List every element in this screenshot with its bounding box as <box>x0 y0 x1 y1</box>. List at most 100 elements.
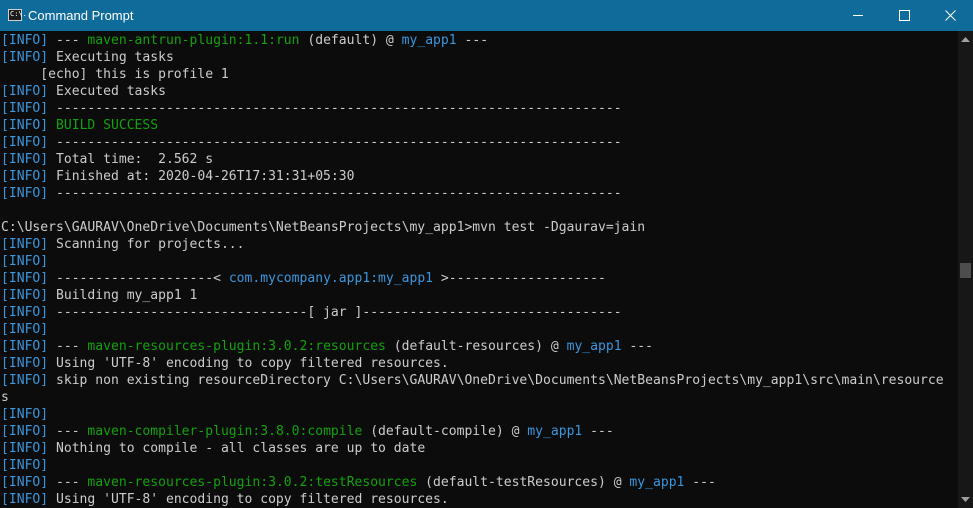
maximize-icon <box>899 10 910 21</box>
console-text: skip non existing resourceDirectory C:\U… <box>48 373 944 388</box>
scroll-up-arrow-icon <box>961 37 970 42</box>
console-line: [INFO] Using 'UTF-8' encoding to copy fi… <box>1 355 449 372</box>
console-line: [INFO] Using 'UTF-8' encoding to copy fi… <box>1 491 449 508</box>
artifact-text: my_app1 <box>527 424 583 439</box>
console-line: [INFO] BUILD SUCCESS <box>1 117 158 134</box>
console-text: Executed tasks <box>48 84 166 99</box>
close-icon <box>945 10 956 21</box>
maximize-button[interactable] <box>881 0 927 31</box>
console-text: Nothing to compile - all classes are up … <box>48 441 426 456</box>
console-text: --------------------< <box>48 271 229 286</box>
console-line: C:\Users\GAURAV\OneDrive\Documents\NetBe… <box>1 219 645 236</box>
log-level-tag: [INFO] <box>1 118 49 133</box>
cmd-icon[interactable]: C:\. <box>8 9 27 21</box>
console-text: ----------------------------------------… <box>48 101 622 116</box>
artifact-text: my_app1 <box>629 475 685 490</box>
log-level-tag: [INFO] <box>1 407 49 422</box>
minimize-icon <box>853 15 863 16</box>
console-line: [INFO] <box>1 321 48 338</box>
console-line: [INFO] ---------------------------------… <box>1 185 622 202</box>
log-level-tag: [INFO] <box>1 288 49 303</box>
plugin-goal-text: maven-compiler-plugin:3.8.0:compile <box>87 424 363 439</box>
console-text: --- <box>48 339 88 354</box>
console-text: Using 'UTF-8' encoding to copy filtered … <box>48 492 449 507</box>
log-level-tag: [INFO] <box>1 492 49 507</box>
log-level-tag: [INFO] <box>1 424 49 439</box>
console-text: Using 'UTF-8' encoding to copy filtered … <box>48 356 449 371</box>
scroll-down-arrow-icon <box>961 497 970 502</box>
console-text: [echo] this is profile 1 <box>1 67 229 82</box>
console-line: [INFO] --- maven-antrun-plugin:1.1:run (… <box>1 32 488 49</box>
console-line: [INFO] Building my_app1 1 <box>1 287 197 304</box>
console-text: --- <box>582 424 614 439</box>
log-level-tag: [INFO] <box>1 441 49 456</box>
close-button[interactable] <box>927 0 973 31</box>
plugin-goal-text: maven-resources-plugin:3.0.2:resources <box>87 339 386 354</box>
console-line: [INFO] --------------------< com.mycompa… <box>1 270 606 287</box>
console-line: [INFO] ---------------------------------… <box>1 100 622 117</box>
console-text: (default-resources) @ <box>385 339 567 354</box>
console-line: [echo] this is profile 1 <box>1 66 229 83</box>
console-line: s <box>1 389 9 406</box>
log-level-tag: [INFO] <box>1 373 49 388</box>
console-text: ----------------------------------------… <box>48 135 622 150</box>
artifact-text: com.mycompany.app1:my_app1 <box>228 271 434 286</box>
console-text: --------------------------------[ jar ]-… <box>48 305 622 320</box>
log-level-tag: [INFO] <box>1 33 49 48</box>
console-text: --- <box>684 475 716 490</box>
plugin-goal-text: maven-resources-plugin:3.0.2:testResourc… <box>87 475 418 490</box>
console-output[interactable]: [INFO] --- maven-antrun-plugin:1.1:run (… <box>0 31 958 508</box>
window-title: Command Prompt <box>28 8 134 23</box>
console-line: [INFO] Total time: 2.562 s <box>1 151 213 168</box>
log-level-tag: [INFO] <box>1 169 49 184</box>
log-level-tag: [INFO] <box>1 305 49 320</box>
scrollbar-thumb[interactable] <box>960 263 971 278</box>
console-text: >-------------------- <box>433 271 606 286</box>
console-text: --- <box>48 33 88 48</box>
scroll-down-button[interactable] <box>958 491 973 508</box>
log-level-tag: [INFO] <box>1 356 49 371</box>
console-text: ----------------------------------------… <box>48 186 622 201</box>
minimize-button[interactable] <box>835 0 881 31</box>
scroll-up-button[interactable] <box>958 31 973 48</box>
console-line: [INFO] skip non existing resourceDirecto… <box>1 372 944 389</box>
console-text: Executing tasks <box>48 50 174 65</box>
plugin-goal-text: BUILD SUCCESS <box>56 118 159 133</box>
console-text: Scanning for projects... <box>48 237 245 252</box>
console-text: s <box>1 390 9 405</box>
console-line: [INFO] Scanning for projects... <box>1 236 245 253</box>
console-text: --- <box>48 424 88 439</box>
plugin-goal-text: maven-antrun-plugin:1.1:run <box>87 33 300 48</box>
console-line: [INFO] --------------------------------[… <box>1 304 622 321</box>
console-text: Total time: 2.562 s <box>48 152 214 167</box>
console-text: --- <box>621 339 653 354</box>
log-level-tag: [INFO] <box>1 50 49 65</box>
log-level-tag: [INFO] <box>1 322 49 337</box>
console-line: [INFO] Nothing to compile - all classes … <box>1 440 425 457</box>
console-line: [INFO] Finished at: 2020-04-26T17:31:31+… <box>1 168 354 185</box>
log-level-tag: [INFO] <box>1 186 49 201</box>
console-text: C:\Users\GAURAV\OneDrive\Documents\NetBe… <box>1 220 646 235</box>
console-line: [INFO] Executed tasks <box>1 83 166 100</box>
artifact-text: my_app1 <box>566 339 622 354</box>
log-level-tag: [INFO] <box>1 339 49 354</box>
log-level-tag: [INFO] <box>1 475 49 490</box>
console-text: Building my_app1 1 <box>48 288 198 303</box>
console-text: (default) @ <box>299 33 402 48</box>
vertical-scrollbar[interactable] <box>958 31 973 508</box>
console-line: [INFO] <box>1 406 48 423</box>
log-level-tag: [INFO] <box>1 458 49 473</box>
console-text: (default-compile) @ <box>362 424 528 439</box>
cmd-icon-text: C:\. <box>10 10 27 18</box>
log-level-tag: [INFO] <box>1 237 49 252</box>
console-text: Finished at: 2020-04-26T17:31:31+05:30 <box>48 169 355 184</box>
console-text: --- <box>456 33 489 48</box>
console-line: [INFO] Executing tasks <box>1 49 174 66</box>
console-line: [INFO] --- maven-resources-plugin:3.0.2:… <box>1 338 653 355</box>
console-line: [INFO] ---------------------------------… <box>1 134 622 151</box>
log-level-tag: [INFO] <box>1 101 49 116</box>
console-text: --- <box>48 475 88 490</box>
artifact-text: my_app1 <box>401 33 457 48</box>
title-bar[interactable]: C:\. Command Prompt <box>0 0 973 31</box>
